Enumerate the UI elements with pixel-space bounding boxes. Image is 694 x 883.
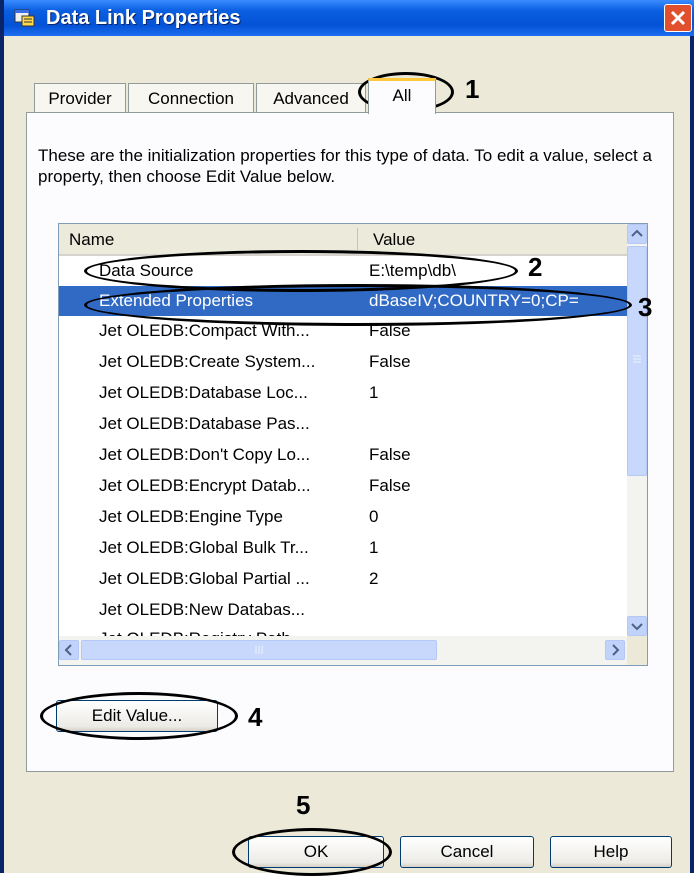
help-button[interactable]: Help: [550, 836, 672, 868]
annotation-number-3: 3: [638, 292, 653, 322]
tab-connection-label: Connection: [147, 89, 234, 108]
property-value: 0: [369, 507, 379, 526]
tab-advanced-label: Advanced: [273, 89, 349, 108]
horizontal-scroll-thumb[interactable]: [81, 640, 437, 660]
horizontal-scrollbar[interactable]: [59, 636, 627, 665]
cancel-button[interactable]: Cancel: [400, 836, 534, 868]
list-item[interactable]: Jet OLEDB:Database Loc... 1: [59, 378, 627, 408]
property-name: Jet OLEDB:Global Partial ...: [99, 569, 310, 588]
chevron-left-icon: [64, 644, 72, 656]
list-item[interactable]: Jet OLEDB:Create System... False: [59, 347, 627, 377]
chevron-right-icon: [612, 644, 620, 656]
grip-icon: [255, 646, 263, 654]
data-link-app-icon: [14, 9, 35, 27]
title-bar[interactable]: Data Link Properties: [4, 0, 694, 36]
list-item[interactable]: Jet OLEDB:Engine Type 0: [59, 502, 627, 532]
annotation-ellipse-5: [232, 828, 392, 876]
vertical-scroll-thumb[interactable]: [627, 246, 647, 476]
list-item[interactable]: Jet OLEDB:Encrypt Datab... False: [59, 471, 627, 501]
property-name: Jet OLEDB:Global Bulk Tr...: [99, 538, 309, 557]
property-name: Jet OLEDB:Engine Type: [99, 507, 283, 526]
vertical-scrollbar[interactable]: [627, 224, 647, 636]
cancel-label: Cancel: [440, 842, 494, 861]
annotation-number-1: 1: [465, 74, 480, 104]
column-separator[interactable]: [357, 228, 358, 250]
tab-all-label: All: [392, 86, 412, 105]
property-value: False: [369, 352, 411, 371]
property-name: Jet OLEDB:Encrypt Datab...: [99, 476, 311, 495]
tab-all[interactable]: All: [368, 78, 436, 114]
chevron-down-icon: [631, 623, 643, 631]
list-item[interactable]: Jet OLEDB:New Databas...: [59, 595, 627, 625]
window-title: Data Link Properties: [46, 7, 241, 29]
property-name: Jet OLEDB:Create System...: [99, 352, 316, 371]
property-value: False: [369, 445, 411, 464]
property-value: 1: [369, 383, 379, 402]
list-item[interactable]: Jet OLEDB:Don't Copy Lo... False: [59, 440, 627, 470]
annotation-number-5: 5: [296, 790, 311, 820]
scroll-right-button[interactable]: [605, 640, 625, 660]
column-header-name[interactable]: Name: [69, 230, 114, 250]
grip-icon: [633, 355, 641, 363]
annotation-number-4: 4: [248, 702, 263, 732]
property-value: False: [369, 476, 411, 495]
annotation-ellipse-4: [40, 692, 238, 740]
property-name: Jet OLEDB:Database Loc...: [99, 383, 308, 402]
column-header-value[interactable]: Value: [373, 230, 415, 250]
description-text: These are the initialization properties …: [38, 146, 652, 186]
scroll-up-button[interactable]: [627, 224, 647, 244]
property-value: 1: [369, 538, 379, 557]
property-name: Jet OLEDB:Don't Copy Lo...: [99, 445, 311, 464]
property-name: Jet OLEDB:New Databas...: [99, 600, 305, 619]
list-item[interactable]: Jet OLEDB:Global Bulk Tr... 1: [59, 533, 627, 563]
tab-advanced[interactable]: Advanced: [256, 83, 366, 113]
property-value: 2: [369, 569, 379, 588]
tab-provider-label: Provider: [48, 89, 112, 108]
list-item[interactable]: Jet OLEDB:Global Partial ... 2: [59, 564, 627, 594]
tab-provider[interactable]: Provider: [34, 83, 126, 113]
scrollbar-corner: [627, 636, 647, 665]
tab-connection[interactable]: Connection: [128, 83, 254, 113]
help-label: Help: [593, 842, 629, 861]
list-item[interactable]: Jet OLEDB:Database Pas...: [59, 409, 627, 439]
property-name: Jet OLEDB:Database Pas...: [99, 414, 310, 433]
chevron-up-icon: [631, 229, 643, 237]
close-button[interactable]: [664, 4, 692, 32]
annotation-ellipse-3: [84, 284, 632, 326]
scroll-left-button[interactable]: [59, 640, 79, 660]
annotation-number-2: 2: [528, 252, 543, 282]
data-link-properties-dialog: Data Link Properties Provider Connection…: [0, 0, 694, 873]
scroll-down-button[interactable]: [627, 616, 647, 636]
close-icon: [670, 10, 686, 26]
